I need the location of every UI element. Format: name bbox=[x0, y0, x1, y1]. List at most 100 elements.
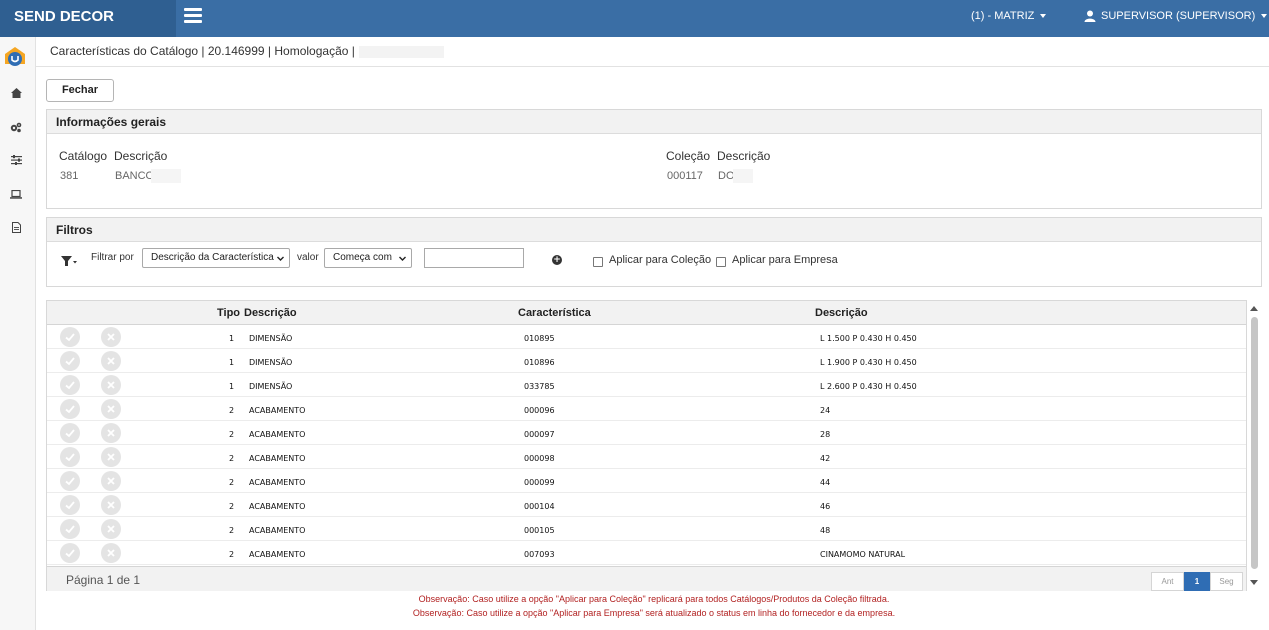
cell-descricao: ACABAMENTO bbox=[249, 454, 306, 463]
table-row[interactable]: 2 ACABAMENTO 007093 CINAMOMO NATURAL bbox=[47, 541, 1246, 565]
hamburger-menu-icon[interactable] bbox=[184, 8, 202, 24]
cell-descricao: DIMENSÃO bbox=[249, 358, 293, 367]
cell-tipo: 2 bbox=[229, 406, 235, 415]
approve-check-icon[interactable] bbox=[60, 399, 80, 419]
redacted-text bbox=[358, 45, 444, 58]
caret-down-icon bbox=[1261, 14, 1268, 19]
user-label: SUPERVISOR (SUPERVISOR) bbox=[1101, 10, 1256, 22]
table-row[interactable]: 2 ACABAMENTO 000099 44 bbox=[47, 469, 1246, 493]
column-header-tipo[interactable]: Tipo bbox=[217, 307, 240, 319]
reject-x-icon[interactable] bbox=[101, 423, 121, 443]
reject-x-icon[interactable] bbox=[101, 495, 121, 515]
approve-check-icon[interactable] bbox=[60, 519, 80, 539]
reject-x-icon[interactable] bbox=[101, 471, 121, 491]
characteristics-table: Tipo Descrição Característica Descrição … bbox=[46, 300, 1247, 591]
table-row[interactable]: 1 DIMENSÃO 010896 L 1.900 P 0.430 H 0.450 bbox=[47, 349, 1246, 373]
cell-descricao: ACABAMENTO bbox=[249, 526, 306, 535]
collection-description-label: Descrição bbox=[717, 149, 771, 163]
apply-company-label: Aplicar para Empresa bbox=[732, 254, 838, 266]
cell-descricao-caracteristica: 48 bbox=[820, 526, 831, 535]
apply-company-checkbox[interactable] bbox=[716, 257, 726, 267]
reject-x-icon[interactable] bbox=[101, 399, 121, 419]
logo-icon[interactable] bbox=[4, 46, 26, 68]
approve-check-icon[interactable] bbox=[60, 447, 80, 467]
column-header-descricao-caracteristica[interactable]: Descrição bbox=[815, 307, 868, 319]
cell-caracteristica: 000098 bbox=[524, 454, 555, 463]
chevron-down-icon bbox=[399, 256, 406, 261]
cell-caracteristica: 000099 bbox=[524, 478, 555, 487]
branch-label: (1) - MATRIZ bbox=[971, 10, 1035, 22]
reject-x-icon[interactable] bbox=[101, 351, 121, 371]
approve-check-icon[interactable] bbox=[60, 327, 80, 347]
cell-descricao-caracteristica: L 2.600 P 0.430 H 0.450 bbox=[820, 382, 917, 391]
filter-value-input[interactable] bbox=[424, 248, 524, 268]
cell-descricao: DIMENSÃO bbox=[249, 382, 293, 391]
cell-caracteristica: 000097 bbox=[524, 430, 555, 439]
close-button[interactable]: Fechar bbox=[46, 79, 114, 102]
add-filter-icon[interactable]: + bbox=[552, 255, 562, 265]
table-row[interactable]: 2 ACABAMENTO 000097 28 bbox=[47, 421, 1246, 445]
note-apply-company: Observação: Caso utilize a opção "Aplica… bbox=[412, 608, 896, 618]
table-scrollbar[interactable] bbox=[1248, 303, 1260, 589]
table-row[interactable]: 2 ACABAMENTO 000098 42 bbox=[47, 445, 1246, 469]
chevron-down-icon bbox=[277, 256, 284, 261]
scroll-thumb[interactable] bbox=[1251, 317, 1258, 569]
table-row[interactable]: 2 ACABAMENTO 000104 46 bbox=[47, 493, 1246, 517]
reject-x-icon[interactable] bbox=[101, 327, 121, 347]
cell-descricao-caracteristica: CINAMOMO NATURAL bbox=[820, 550, 906, 559]
approve-check-icon[interactable] bbox=[60, 423, 80, 443]
approve-check-icon[interactable] bbox=[60, 351, 80, 371]
filter-field-select[interactable]: Descrição da Característica bbox=[142, 248, 290, 268]
page-info: Página 1 de 1 bbox=[66, 573, 141, 587]
cell-tipo: 1 bbox=[229, 334, 235, 343]
table-row[interactable]: 2 ACABAMENTO 000096 24 bbox=[47, 397, 1246, 421]
table-row[interactable]: 1 DIMENSÃO 010895 L 1.500 P 0.430 H 0.450 bbox=[47, 325, 1246, 349]
sidebar bbox=[0, 37, 36, 630]
panel-title: Informações gerais bbox=[47, 110, 1261, 134]
branch-selector[interactable]: (1) - MATRIZ bbox=[971, 0, 1047, 33]
apply-collection-checkbox[interactable] bbox=[593, 257, 603, 267]
table-row[interactable]: 2 ACABAMENTO 000105 48 bbox=[47, 517, 1246, 541]
cell-descricao-caracteristica: L 1.900 P 0.430 H 0.450 bbox=[820, 358, 917, 367]
reject-x-icon[interactable] bbox=[101, 447, 121, 467]
laptop-icon[interactable] bbox=[8, 186, 24, 202]
catalog-description-label: Descrição bbox=[114, 149, 168, 163]
approve-check-icon[interactable] bbox=[60, 495, 80, 515]
column-header-descricao[interactable]: Descrição bbox=[244, 307, 297, 319]
cell-descricao-caracteristica: 44 bbox=[820, 478, 831, 487]
reject-x-icon[interactable] bbox=[101, 375, 121, 395]
approve-check-icon[interactable] bbox=[60, 543, 80, 563]
top-navbar: SEND DECOR (1) - MATRIZ SUPERVISOR (SUPE… bbox=[0, 0, 1269, 37]
cell-tipo: 2 bbox=[229, 550, 235, 559]
pager-page-1[interactable]: 1 bbox=[1184, 572, 1210, 591]
brand-logo[interactable]: SEND DECOR bbox=[0, 0, 176, 37]
pager-next-button[interactable]: Seg bbox=[1210, 572, 1243, 591]
cell-descricao-caracteristica: 46 bbox=[820, 502, 831, 511]
table-row[interactable]: 1 DIMENSÃO 033785 L 2.600 P 0.430 H 0.450 bbox=[47, 373, 1246, 397]
document-icon[interactable] bbox=[8, 219, 24, 235]
pager-previous-button[interactable]: Ant bbox=[1151, 572, 1184, 591]
home-icon[interactable] bbox=[8, 85, 24, 101]
catalog-value: 381 bbox=[60, 170, 79, 182]
breadcrumb-text: Características do Catálogo | 20.146999 … bbox=[50, 44, 355, 58]
apply-collection-label: Aplicar para Coleção bbox=[609, 254, 712, 266]
caret-down-icon bbox=[1040, 14, 1047, 19]
approve-check-icon[interactable] bbox=[60, 375, 80, 395]
filter-icon[interactable] bbox=[61, 255, 77, 267]
user-menu[interactable]: SUPERVISOR (SUPERVISOR) bbox=[1084, 0, 1268, 33]
cell-descricao: ACABAMENTO bbox=[249, 406, 306, 415]
reject-x-icon[interactable] bbox=[101, 543, 121, 563]
cell-descricao: ACABAMENTO bbox=[249, 550, 306, 559]
cell-caracteristica: 007093 bbox=[524, 550, 555, 559]
sliders-icon[interactable] bbox=[8, 152, 24, 168]
approve-check-icon[interactable] bbox=[60, 471, 80, 491]
cell-descricao: DIMENSÃO bbox=[249, 334, 293, 343]
operator-value: Começa com bbox=[333, 252, 392, 263]
cogs-icon[interactable] bbox=[8, 119, 24, 135]
scroll-down-icon[interactable] bbox=[1250, 580, 1258, 585]
scroll-up-icon[interactable] bbox=[1250, 306, 1258, 311]
cell-descricao-caracteristica: L 1.500 P 0.430 H 0.450 bbox=[820, 334, 917, 343]
column-header-caracteristica[interactable]: Característica bbox=[518, 307, 591, 319]
operator-select[interactable]: Começa com bbox=[324, 248, 412, 268]
reject-x-icon[interactable] bbox=[101, 519, 121, 539]
